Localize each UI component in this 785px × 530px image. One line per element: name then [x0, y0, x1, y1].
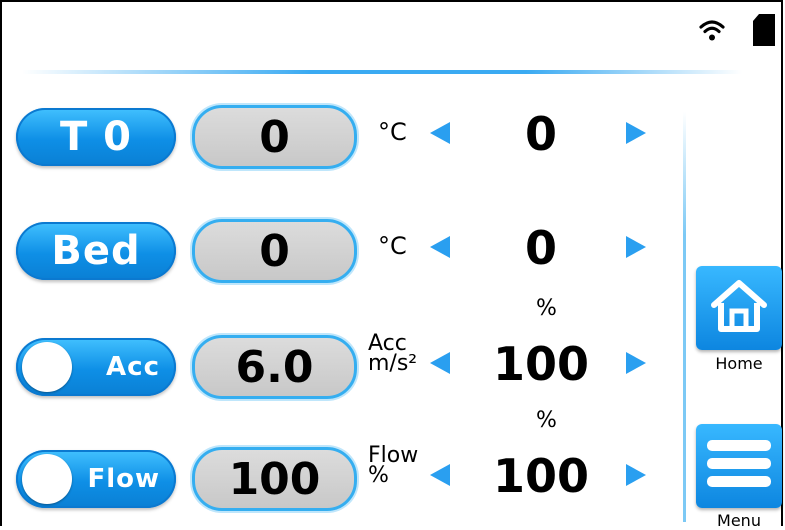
t0-decrease-arrow-icon[interactable] [430, 122, 450, 144]
bed-increase-arrow-icon[interactable] [626, 236, 646, 258]
row-flow: % Flow 100 Flow % 100 [16, 408, 676, 516]
home-button[interactable] [696, 266, 782, 350]
bed-label: Bed [51, 228, 141, 274]
menu-label: Menu [717, 511, 761, 530]
acc-percent-label: % [536, 296, 557, 321]
flow-toggle-knob [22, 454, 72, 504]
acc-decrease-arrow-icon[interactable] [430, 352, 450, 374]
bed-decrease-arrow-icon[interactable] [430, 236, 450, 258]
home-icon [708, 277, 770, 339]
flow-current-value[interactable]: 100 [192, 447, 357, 511]
flow-target-value: 100 [492, 449, 590, 503]
bed-current-value[interactable]: 0 [192, 219, 357, 283]
flow-unit-line2: % [368, 463, 389, 488]
top-divider [22, 70, 742, 74]
t0-unit: °C [378, 118, 407, 146]
bed-unit: °C [378, 232, 407, 260]
menu-button[interactable] [696, 424, 782, 508]
flow-toggle[interactable]: Flow [16, 450, 176, 508]
acc-toggle[interactable]: Acc [16, 338, 176, 396]
home-label: Home [715, 354, 763, 373]
t0-increase-arrow-icon[interactable] [626, 122, 646, 144]
row-t0: T 0 0 °C 0 [16, 94, 676, 174]
t0-current-value[interactable]: 0 [192, 105, 357, 169]
acc-toggle-knob [22, 342, 72, 392]
flow-unit: Flow % [368, 445, 418, 488]
bed-button[interactable]: Bed [16, 222, 176, 280]
t0-button[interactable]: T 0 [16, 108, 176, 166]
bed-target-value: 0 [524, 221, 557, 275]
sd-card-icon [753, 14, 775, 50]
side-divider [683, 112, 686, 522]
acc-label: Acc [106, 352, 160, 382]
t0-target-value: 0 [524, 107, 557, 161]
flow-label: Flow [87, 464, 160, 494]
menu-icon [705, 436, 773, 496]
flow-increase-arrow-icon[interactable] [626, 464, 646, 486]
row-bed: Bed 0 °C 0 [16, 208, 676, 288]
acc-unit: Acc m/s² [368, 333, 418, 376]
t0-label: T 0 [59, 114, 133, 160]
acc-increase-arrow-icon[interactable] [626, 352, 646, 374]
status-bar [699, 14, 775, 50]
flow-percent-label: % [536, 408, 557, 433]
acc-unit-line2: m/s² [368, 351, 418, 376]
acc-current-value[interactable]: 6.0 [192, 335, 357, 399]
flow-decrease-arrow-icon[interactable] [430, 464, 450, 486]
row-acc: % Acc 6.0 Acc m/s² 100 [16, 296, 676, 404]
acc-target-value: 100 [492, 337, 590, 391]
wifi-icon [699, 18, 725, 46]
